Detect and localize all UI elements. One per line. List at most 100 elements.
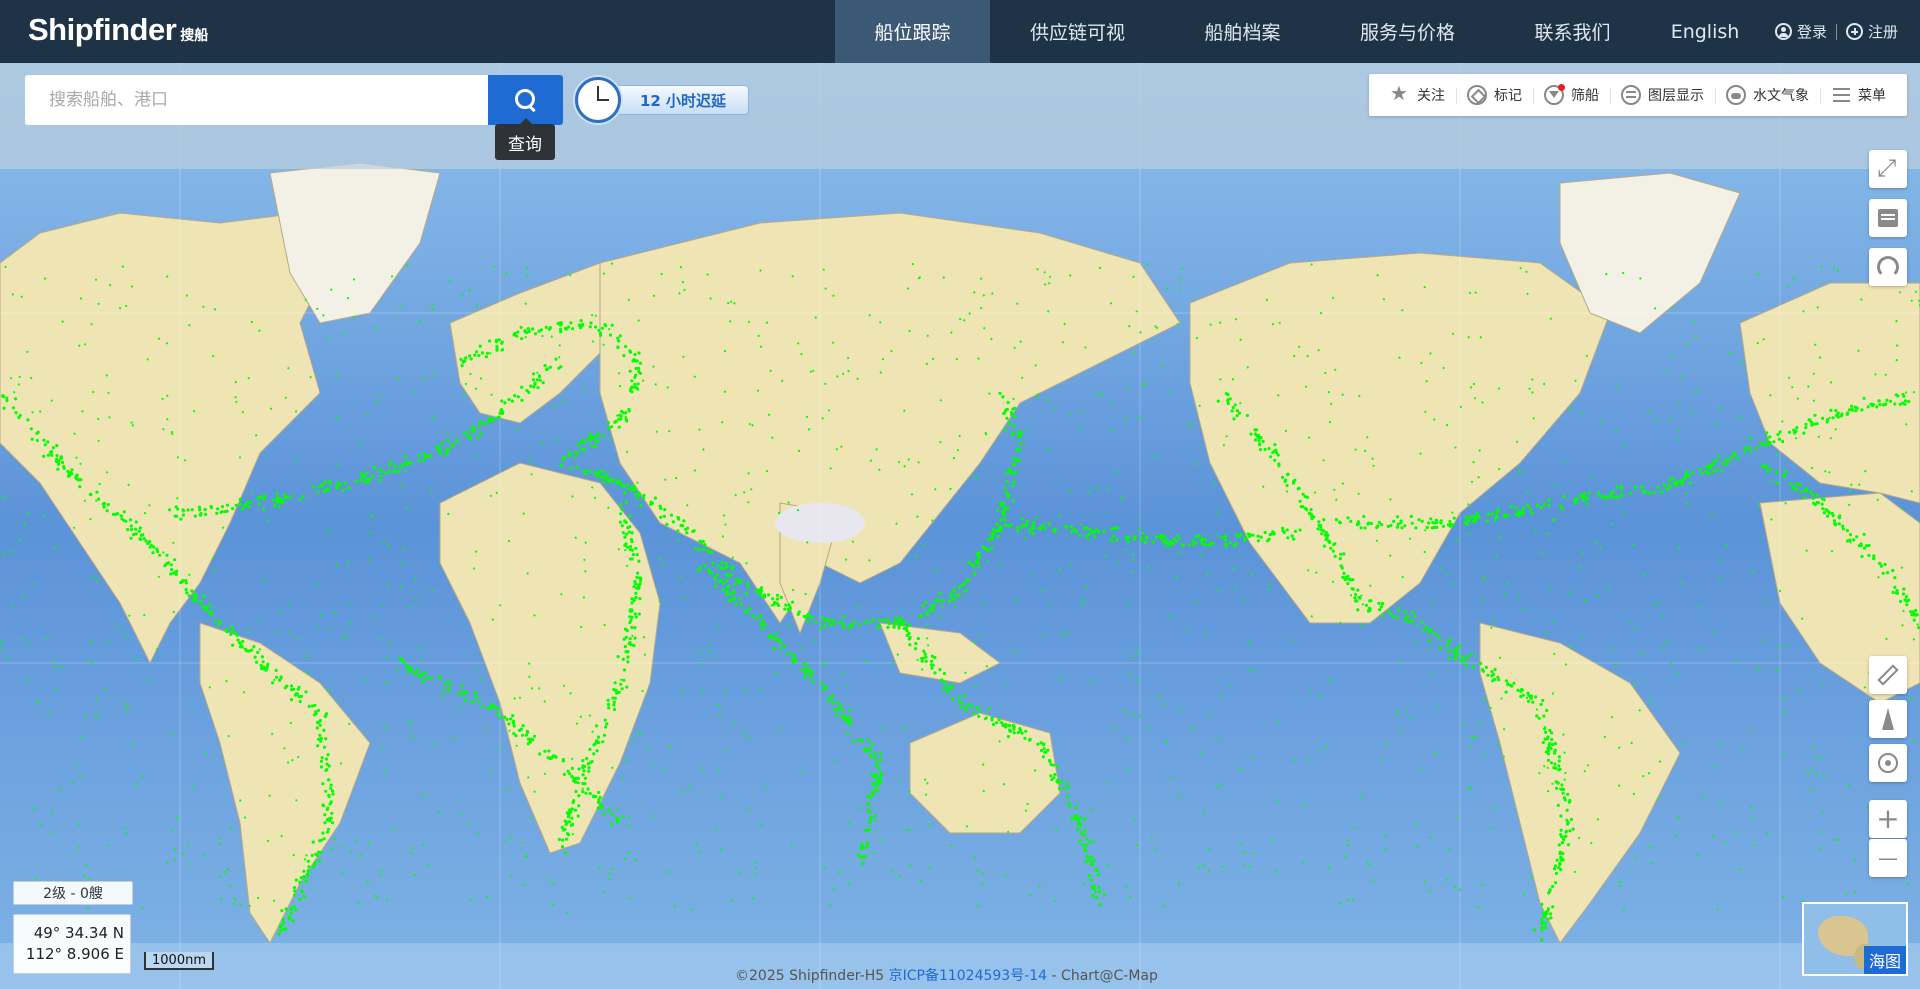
- vessel-dot: [505, 272, 508, 275]
- vessel-dot: [1893, 576, 1897, 580]
- vessel-dot: [1468, 532, 1471, 535]
- vessel-dot: [990, 537, 994, 541]
- toolbar-weather[interactable]: 水文气象: [1715, 85, 1820, 105]
- vessel-dot: [840, 708, 845, 712]
- vessel-dot: [770, 604, 773, 607]
- vessel-dot: [748, 809, 751, 812]
- vessel-dot: [366, 480, 370, 484]
- vessel-dot: [1087, 538, 1090, 541]
- vessel-dot: [227, 735, 230, 738]
- vessel-dot: [1553, 652, 1556, 656]
- vessel-dot: [641, 689, 644, 693]
- delay-badge[interactable]: 12 小时迟延: [575, 77, 749, 123]
- vessel-dot: [890, 869, 893, 872]
- search-tooltip: 查询: [495, 118, 555, 160]
- vessel-dot: [1146, 263, 1149, 266]
- vessel-dot: [975, 476, 978, 479]
- vessel-dot: [1665, 487, 1669, 491]
- vessel-dot: [1816, 501, 1820, 505]
- vessel-dot: [1187, 628, 1190, 631]
- vessel-dot: [87, 660, 90, 663]
- vessel-dot: [898, 875, 901, 878]
- vessel-dot: [1652, 604, 1655, 607]
- vessel-dot: [629, 538, 634, 542]
- vessel-dot: [1246, 366, 1249, 369]
- vessel-dot: [1174, 539, 1178, 543]
- vessel-dot: [625, 685, 629, 689]
- vessel-dot: [876, 789, 880, 794]
- map-canvas[interactable]: [0, 63, 1920, 989]
- vessel-dot: [725, 592, 729, 597]
- vessel-dot: [262, 665, 266, 669]
- logo-brand: Shipfinder: [28, 12, 177, 47]
- vessel-dot: [1769, 394, 1772, 397]
- vessel-dot: [878, 468, 881, 471]
- vessel-dot: [580, 625, 583, 629]
- zoom-out-button[interactable]: —: [1869, 839, 1907, 877]
- vessel-dot: [1564, 829, 1568, 833]
- shop-button[interactable]: [1869, 199, 1907, 237]
- vessel-dot: [71, 781, 75, 784]
- vessel-dot: [1136, 680, 1139, 683]
- locate-button[interactable]: [1869, 744, 1907, 782]
- vessel-dot: [409, 851, 412, 854]
- vessel-dot: [679, 266, 683, 269]
- vessel-dot: [370, 514, 373, 517]
- vessel-dot: [1034, 769, 1037, 772]
- nav-ship-archive[interactable]: 船舶档案: [1165, 0, 1320, 63]
- toolbar-follow[interactable]: 关注: [1379, 81, 1456, 105]
- vessel-dot: [1066, 785, 1070, 790]
- zoom-in-button[interactable]: +: [1869, 800, 1907, 838]
- vessel-dot: [1820, 682, 1823, 685]
- vessel-dot: [241, 411, 244, 414]
- nav-pricing[interactable]: 服务与价格: [1320, 0, 1495, 63]
- toolbar-layers[interactable]: 图层显示: [1610, 85, 1715, 105]
- vessel-dot: [1563, 461, 1566, 464]
- vessel-dot: [628, 525, 632, 529]
- vessel-dot: [623, 535, 627, 539]
- vessel-dot: [745, 562, 748, 565]
- vessel-dot: [1496, 508, 1501, 512]
- vessel-dot: [974, 685, 977, 688]
- vessel-dot: [1678, 437, 1681, 440]
- toolbar-filter[interactable]: 筛船: [1533, 84, 1610, 105]
- nav-contact[interactable]: 联系我们: [1495, 0, 1650, 63]
- search-input[interactable]: [49, 90, 469, 110]
- login-link[interactable]: 登录: [1774, 21, 1827, 42]
- vessel-dot: [366, 881, 369, 884]
- vessel-dot: [1834, 522, 1838, 526]
- vessel-dot: [627, 298, 631, 301]
- vessel-dot: [229, 632, 233, 637]
- compass-button[interactable]: [1869, 700, 1907, 738]
- icp-link[interactable]: 京ICP备11024593号-14: [889, 968, 1047, 984]
- world-map[interactable]: [0, 63, 1920, 989]
- vessel-dot: [410, 737, 414, 740]
- vessel-dot: [422, 843, 425, 847]
- vessel-dot: [336, 486, 340, 490]
- measure-button[interactable]: [1869, 656, 1907, 694]
- vessel-dot: [775, 672, 778, 675]
- vessel-dot: [887, 618, 891, 622]
- logo[interactable]: Shipfinder 搜船: [28, 12, 208, 48]
- support-button[interactable]: [1869, 248, 1907, 286]
- vessel-dot: [594, 325, 598, 329]
- vessel-dot: [1866, 405, 1870, 409]
- vessel-dot: [1875, 405, 1879, 409]
- toolbar-mark[interactable]: 标记: [1456, 85, 1533, 105]
- vessel-dot: [945, 690, 949, 694]
- register-link[interactable]: 注册: [1845, 21, 1898, 42]
- fullscreen-button[interactable]: [1869, 150, 1907, 188]
- minimap[interactable]: 海图: [1802, 902, 1908, 976]
- vessel-dot: [400, 484, 403, 487]
- nav-supply-chain[interactable]: 供应链可视: [990, 0, 1165, 63]
- nav-ship-tracking[interactable]: 船位跟踪: [835, 0, 990, 63]
- vessel-dot: [39, 823, 42, 826]
- vessel-dot: [636, 382, 640, 386]
- vessel-dot: [250, 320, 253, 324]
- vessel-dot: [588, 434, 592, 438]
- vessel-dot: [1834, 428, 1837, 431]
- toolbar-menu[interactable]: 菜单: [1820, 85, 1897, 105]
- nav-english[interactable]: English: [1650, 0, 1760, 63]
- vessel-dot: [304, 690, 308, 694]
- vessel-dot: [88, 492, 92, 496]
